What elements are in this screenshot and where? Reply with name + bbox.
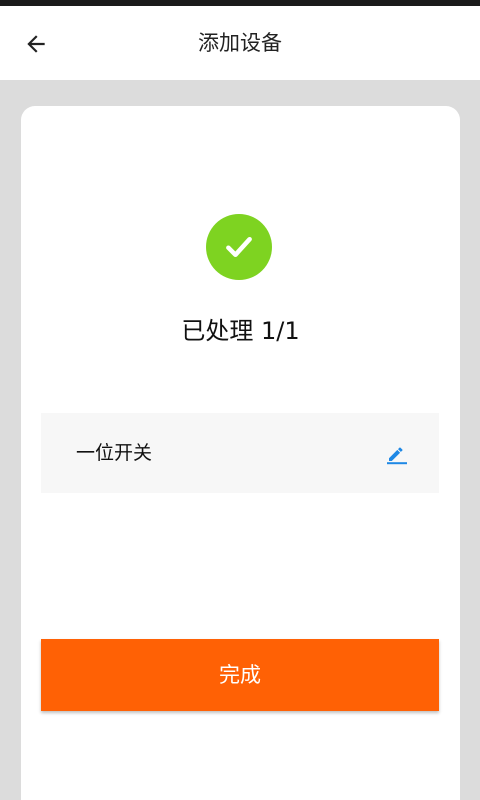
pencil-icon bbox=[387, 447, 407, 465]
back-button[interactable] bbox=[14, 22, 58, 66]
arrow-left-icon bbox=[27, 35, 45, 53]
check-circle-icon bbox=[206, 214, 272, 280]
result-card: 已处理 1/1 一位开关 完成 bbox=[21, 106, 460, 800]
edit-device-button[interactable] bbox=[379, 435, 415, 471]
check-mark-icon bbox=[226, 236, 252, 258]
done-button[interactable]: 完成 bbox=[41, 639, 439, 711]
page-title: 添加设备 bbox=[198, 31, 282, 55]
device-name: 一位开关 bbox=[76, 442, 153, 464]
app-bar: 添加设备 bbox=[0, 6, 480, 80]
device-list-item: 一位开关 bbox=[41, 413, 439, 493]
processed-status-text: 已处理 1/1 bbox=[181, 317, 300, 345]
